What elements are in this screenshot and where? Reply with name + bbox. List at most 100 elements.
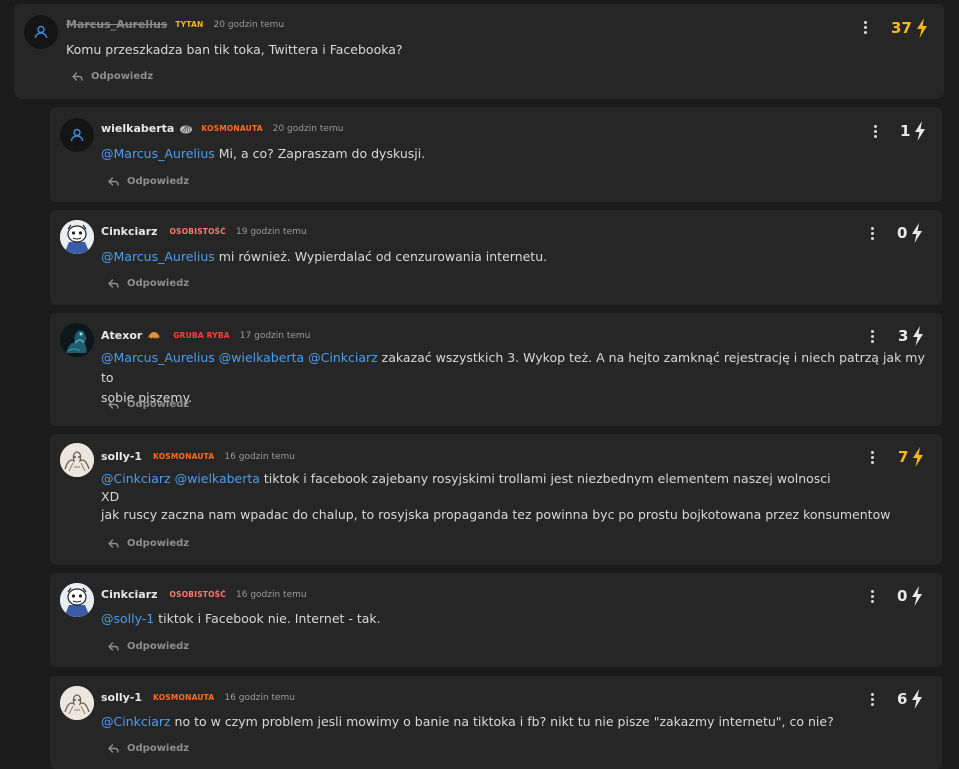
reply-button[interactable]: Odpowiedz (72, 71, 153, 82)
avatar[interactable] (60, 686, 94, 720)
reply-comment: solly-1 KOSMONAUTA 16 godzin temu @Cinkc… (50, 434, 942, 565)
comment-body: tiktok i Facebook nie. Internet - tak. (154, 611, 381, 626)
reply-button[interactable]: Odpowiedz (108, 538, 189, 549)
rank-badge: TYTAN (175, 20, 204, 29)
comment-body: tiktok i facebook zajebany rosyjskimi tr… (259, 471, 831, 486)
mention-link[interactable]: @Cinkciarz (101, 714, 171, 729)
username[interactable]: Cinkciarz (101, 225, 158, 238)
score-value: 0 (897, 224, 908, 242)
comment-text: @Marcus_Aurelius Mi, a co? Zapraszam do … (101, 144, 425, 164)
comment-text: @Marcus_Aurelius mi również. Wypierdalać… (101, 247, 547, 267)
timestamp[interactable]: 16 godzin temu (224, 452, 295, 462)
dark-creature-avatar-icon (60, 323, 94, 357)
username[interactable]: wielkaberta (101, 122, 174, 135)
reply-label: Odpowiedz (127, 399, 190, 410)
reply-label: Odpowiedz (127, 743, 190, 754)
timestamp[interactable]: 17 godzin temu (240, 331, 311, 341)
more-options-icon[interactable] (869, 330, 875, 343)
reply-button[interactable]: Odpowiedz (108, 641, 189, 652)
rank-badge: KOSMONAUTA (153, 693, 215, 702)
more-options-icon[interactable] (862, 21, 868, 34)
lightning-icon[interactable] (911, 586, 923, 606)
reply-icon (108, 743, 119, 753)
username[interactable]: solly-1 (101, 450, 142, 463)
mention-link[interactable]: @wielkaberta (219, 350, 304, 365)
reply-label: Odpowiedz (127, 538, 190, 549)
score: 0 (897, 586, 923, 606)
username[interactable]: Marcus_Aurelius (66, 18, 167, 31)
avatar[interactable] (60, 323, 94, 357)
more-options-icon[interactable] (869, 590, 875, 603)
reply-comment: solly-1 KOSMONAUTA 16 godzin temu @Cinkc… (50, 676, 942, 769)
rank-badge: OSOBISTOŚĆ (169, 227, 226, 236)
timestamp[interactable]: 19 godzin temu (236, 227, 307, 237)
reply-label: Odpowiedz (91, 71, 154, 82)
reply-icon (108, 641, 119, 651)
comment-text: Komu przeszkadza ban tik toka, Twittera … (66, 42, 403, 57)
comment-body: Mi, a co? Zapraszam do dyskusji. (214, 146, 426, 161)
mention-link[interactable]: @Cinkciarz (101, 471, 171, 486)
croissant-badge-icon (147, 331, 161, 341)
avatar[interactable] (24, 15, 58, 49)
cartoon-avatar-icon (60, 220, 94, 254)
lightning-icon[interactable] (911, 689, 923, 709)
score: 3 (898, 326, 924, 346)
lightning-icon[interactable] (914, 121, 926, 141)
username[interactable]: Atexor (101, 329, 142, 342)
score-value: 6 (897, 690, 908, 708)
timestamp[interactable]: 16 godzin temu (236, 590, 307, 600)
reply-button[interactable]: Odpowiedz (108, 176, 189, 187)
score: 0 (897, 223, 923, 243)
rank-badge: KOSMONAUTA (201, 124, 263, 133)
comment-body: no to w czym problem jesli mowimy o bani… (170, 714, 834, 729)
more-options-icon[interactable] (869, 451, 875, 464)
avatar[interactable] (60, 118, 94, 152)
timestamp[interactable]: 16 godzin temu (224, 693, 295, 703)
comment-body-line2: sobie piszemy. (101, 390, 193, 405)
reply-button[interactable]: Odpowiedz (108, 399, 189, 410)
mention-link[interactable]: @solly-1 (101, 611, 154, 626)
reply-comment: Cinkciarz OSOBISTOŚĆ 19 godzin temu @Mar… (50, 210, 942, 305)
score: 6 (897, 689, 923, 709)
rank-badge: KOSMONAUTA (153, 452, 215, 461)
mention-link[interactable]: @Marcus_Aurelius (101, 249, 215, 264)
reply-label: Odpowiedz (127, 641, 190, 652)
avatar[interactable] (60, 583, 94, 617)
comment-body-line2: XD (101, 489, 120, 504)
score-value: 37 (891, 19, 912, 37)
lightning-icon[interactable] (916, 18, 928, 38)
timestamp[interactable]: 20 godzin temu (214, 20, 285, 30)
more-options-icon[interactable] (869, 227, 875, 240)
reply-icon (108, 538, 119, 548)
score: 1 (900, 121, 926, 141)
avatar[interactable] (60, 220, 94, 254)
lightning-icon[interactable] (912, 447, 924, 467)
more-options-icon[interactable] (869, 693, 875, 706)
lightning-icon[interactable] (911, 223, 923, 243)
rank-badge: OSOBISTOŚĆ (169, 590, 226, 599)
sketch-avatar-icon (60, 686, 94, 720)
more-options-icon[interactable] (872, 125, 878, 138)
username[interactable]: Cinkciarz (101, 588, 158, 601)
mention-link[interactable]: @Marcus_Aurelius (101, 350, 215, 365)
lightning-icon[interactable] (912, 326, 924, 346)
reply-button[interactable]: Odpowiedz (108, 743, 189, 754)
comment-body: mi również. Wypierdalać od cenzurowania … (214, 249, 548, 264)
comment-text: @Cinkciarz no to w czym problem jesli mo… (101, 712, 834, 732)
username[interactable]: solly-1 (101, 691, 142, 704)
sketch-avatar-icon (60, 443, 94, 477)
reply-comment: Atexor GRUBA RYBA 17 godzin temu @Marcus… (50, 313, 942, 426)
timestamp[interactable]: 20 godzin temu (273, 124, 344, 134)
score: 7 (898, 447, 924, 467)
score-value: 7 (898, 448, 909, 466)
reply-label: Odpowiedz (127, 278, 190, 289)
avatar[interactable] (60, 443, 94, 477)
mention-link[interactable]: @Cinkciarz (308, 350, 378, 365)
reply-button[interactable]: Odpowiedz (108, 278, 189, 289)
default-user-icon (34, 25, 48, 39)
mention-link[interactable]: @wielkaberta (175, 471, 260, 486)
reply-comment: wielkaberta KOSMONAUTA 20 godzin temu @M… (50, 107, 942, 202)
mention-link[interactable]: @Marcus_Aurelius (101, 146, 215, 161)
reply-icon (72, 71, 83, 81)
comment-text: @Cinkciarz @wielkaberta tiktok i faceboo… (101, 470, 931, 524)
